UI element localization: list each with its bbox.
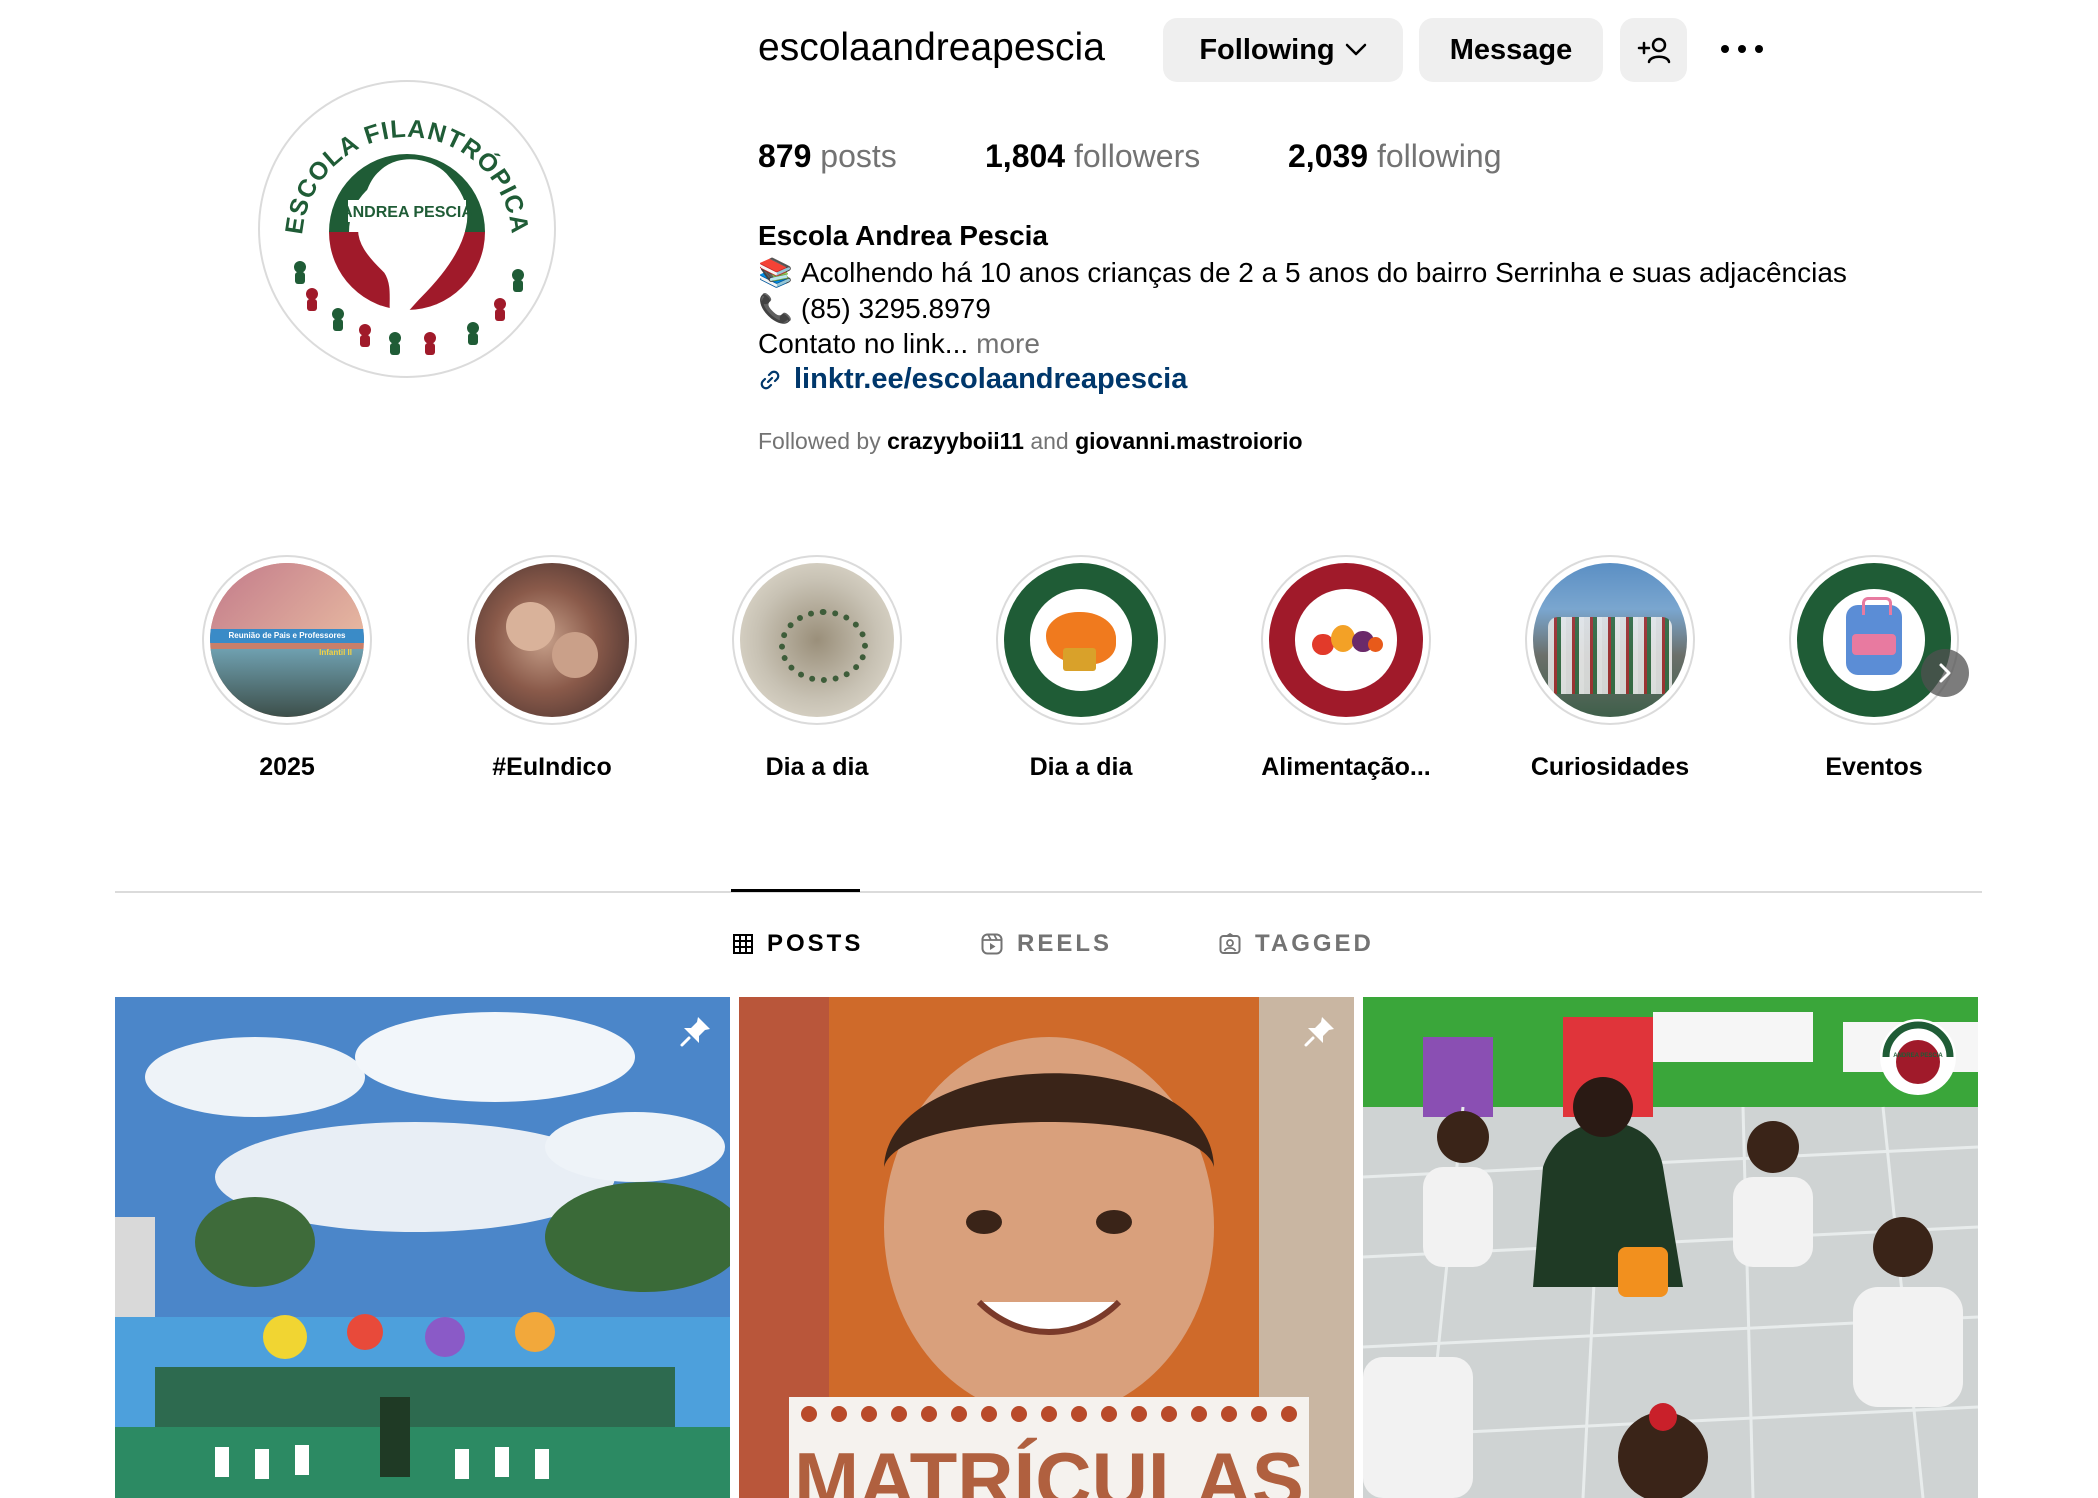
tab-tagged[interactable]: TAGGED	[1219, 930, 1374, 958]
highlight-ring	[996, 555, 1166, 725]
highlight-cover	[740, 563, 894, 717]
bio-line-2: 📞 (85) 3295.8979	[758, 292, 991, 325]
chevron-down-icon	[1345, 43, 1366, 56]
tab-tagged-label: TAGGED	[1255, 930, 1374, 957]
following-button[interactable]: Following	[1163, 18, 1403, 82]
svg-text:ANDREA PESCIA: ANDREA PESCIA	[341, 204, 473, 221]
profile-full-name: Escola Andrea Pescia	[758, 220, 1049, 251]
following-stat[interactable]: 2,039 following	[1288, 138, 1501, 175]
highlight-label: Curiosidades	[1530, 753, 1690, 781]
followed-by-user-2: giovanni.mastroiorio	[1075, 428, 1303, 454]
highlight-overlay-text: Reunião de Pais e Professores	[210, 629, 364, 644]
highlight-ring	[467, 555, 637, 725]
active-tab-indicator	[731, 889, 860, 892]
post-sign-text: MATRÍCULAS	[794, 1436, 1304, 1498]
grid-icon	[733, 934, 753, 954]
message-button[interactable]: Message	[1419, 18, 1603, 82]
following-button-label: Following	[1199, 33, 1335, 66]
highlight-cover	[1269, 563, 1423, 717]
chevron-right-icon	[1939, 663, 1951, 683]
bio-line-3: Contato no link... more	[758, 328, 1040, 360]
highlight-ring	[732, 555, 902, 725]
more-icon	[1721, 45, 1763, 53]
post-image: MATRÍCULAS	[739, 997, 1354, 1498]
highlight-dia-a-dia-1[interactable]: Dia a dia	[732, 555, 902, 782]
followers-count: 1,804	[985, 138, 1066, 174]
bio-link[interactable]: linktr.ee/escolaandreapescia	[758, 363, 1187, 396]
school-logo: ANDREA PESCIA ESCOLA FILANTRÓPICA	[280, 115, 533, 355]
bio-phone: (85) 3295.8979	[800, 292, 991, 324]
posts-count: 879	[758, 138, 812, 174]
post-tile[interactable]	[115, 997, 730, 1498]
suggest-users-button[interactable]	[1620, 18, 1687, 82]
add-person-icon	[1637, 37, 1670, 64]
following-label: following	[1376, 138, 1502, 174]
post-image	[115, 997, 730, 1498]
highlight-label: Alimentação...	[1261, 753, 1431, 781]
highlight-label: #EuIndico	[492, 753, 612, 781]
profile-avatar[interactable]: ANDREA PESCIA ESCOLA FILANTRÓPICA	[258, 80, 556, 378]
tab-reels-label: REELS	[1017, 930, 1113, 957]
post-tile[interactable]: ANDREA PESCIA	[1363, 997, 1978, 1498]
profile-username: escolaandreapescia	[758, 26, 1105, 69]
highlight-label: Dia a dia	[765, 753, 869, 781]
tabs-divider	[115, 891, 1982, 893]
bio-line-1: 📚 Acolhendo há 10 anos crianças de 2 a 5…	[758, 256, 1847, 289]
tab-reels[interactable]: REELS	[981, 930, 1112, 958]
books-emoji-icon: 📚	[758, 257, 793, 288]
posts-count-stat: 879 posts	[758, 138, 897, 175]
pin-icon	[680, 1017, 710, 1047]
post-image: ANDREA PESCIA	[1363, 997, 1978, 1498]
options-button[interactable]	[1712, 26, 1772, 72]
post-logo-banner: ANDREA PESCIA	[1893, 1053, 1943, 1059]
highlight-ring: Reunião de Pais e Professores Infantil I…	[202, 555, 372, 725]
highlight-ring	[1261, 555, 1431, 725]
highlight-cover	[475, 563, 629, 717]
bio-text-3: Contato no link...	[758, 328, 969, 359]
highlight-dia-a-dia-2[interactable]: Dia a dia	[996, 555, 1166, 782]
followers-stat[interactable]: 1,804 followers	[985, 138, 1200, 175]
phone-emoji-icon: 📞	[758, 293, 793, 324]
tagged-icon	[1219, 933, 1241, 954]
bio-link-text: linktr.ee/escolaandreapescia	[794, 363, 1188, 395]
posts-label: posts	[820, 138, 897, 174]
highlight-ring	[1789, 555, 1959, 725]
bio-more-button[interactable]: more	[976, 328, 1040, 360]
message-button-label: Message	[1449, 33, 1573, 66]
link-icon	[760, 370, 780, 389]
highlight-cover	[1797, 563, 1951, 717]
highlights-next-button[interactable]	[1921, 649, 1969, 697]
followed-by-user-1: crazyyboii11	[887, 428, 1024, 454]
highlight-label: 2025	[259, 753, 315, 781]
highlight-cover	[1004, 563, 1158, 717]
highlight-ring	[1525, 555, 1695, 725]
highlight-label: Dia a dia	[1029, 753, 1133, 781]
highlight-alimentacao[interactable]: Alimentação...	[1261, 555, 1431, 782]
followers-label: followers	[1073, 138, 1201, 174]
highlight-cover: Reunião de Pais e Professores Infantil I…	[210, 563, 364, 717]
followed-by-and: and	[1030, 428, 1069, 454]
followed-by[interactable]: Followed by crazyyboii11 and giovanni.ma…	[758, 428, 1303, 455]
highlight-euindico[interactable]: #EuIndico	[467, 555, 637, 782]
tab-posts[interactable]: POSTS	[733, 930, 863, 958]
highlight-curiosidades[interactable]: Curiosidades	[1525, 555, 1695, 782]
bio-text-1: Acolhendo há 10 anos crianças de 2 a 5 a…	[800, 256, 1847, 288]
highlight-tag-text: Infantil II	[319, 647, 352, 657]
pin-icon	[1304, 1017, 1334, 1047]
highlight-label: Eventos	[1825, 753, 1923, 781]
highlight-2025[interactable]: Reunião de Pais e Professores Infantil I…	[202, 555, 372, 782]
tab-posts-label: POSTS	[767, 930, 864, 957]
reels-icon	[981, 933, 1003, 955]
followed-by-prefix: Followed by	[758, 428, 881, 454]
post-tile[interactable]: MATRÍCULAS	[739, 997, 1354, 1498]
highlight-cover	[1533, 563, 1687, 717]
following-count: 2,039	[1288, 138, 1369, 174]
